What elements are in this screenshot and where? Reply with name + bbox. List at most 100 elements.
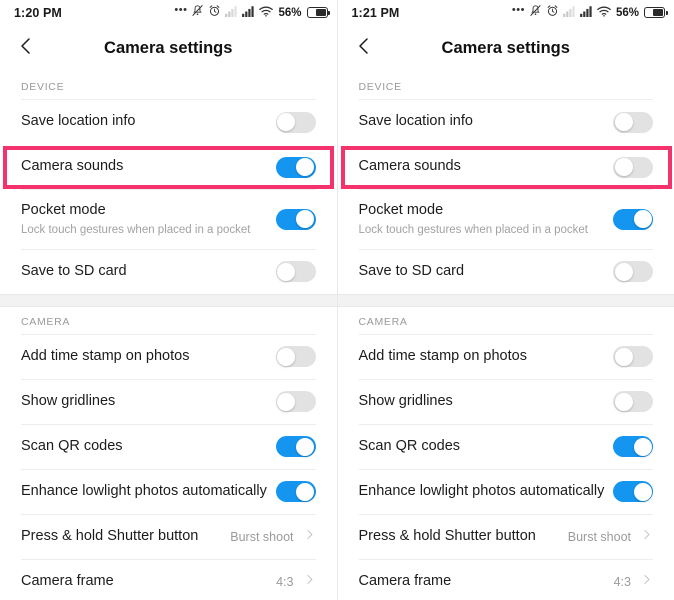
toggle-switch[interactable] — [275, 436, 316, 457]
row-control — [275, 111, 316, 133]
toggle-switch[interactable] — [275, 208, 316, 230]
row-control — [613, 481, 653, 502]
row-text: Camera frame — [359, 561, 452, 600]
settings-row[interactable]: Press & hold Shutter button Burst shoot — [21, 513, 316, 559]
title-bar: Camera settings — [337, 25, 674, 72]
back-button[interactable] — [338, 25, 390, 72]
settings-row[interactable]: Show gridlines — [358, 378, 653, 424]
settings-row[interactable]: Add time stamp on photos — [21, 333, 316, 379]
toggle-switch[interactable] — [275, 156, 316, 178]
row-label: Camera frame — [21, 572, 114, 589]
settings-row[interactable]: Show gridlines — [21, 378, 316, 424]
settings-row[interactable]: Pocket mode Lock touch gestures when plac… — [21, 189, 316, 249]
settings-row[interactable]: Pocket mode Lock touch gestures when plac… — [358, 189, 653, 249]
alarm-icon — [546, 4, 559, 22]
row-text: Camera sounds — [21, 146, 123, 188]
settings-row[interactable]: Scan QR codes — [21, 423, 316, 469]
row-text: Add time stamp on photos — [21, 336, 189, 378]
toggle-switch[interactable] — [613, 261, 653, 282]
toggle-switch[interactable] — [613, 111, 653, 133]
vibrate-off-icon — [191, 4, 204, 22]
row-label: Enhance lowlight photos automatically — [21, 482, 267, 499]
toggle-switch[interactable] — [613, 436, 653, 457]
toggle-switch[interactable] — [613, 391, 653, 412]
toggle-switch[interactable] — [275, 111, 316, 133]
toggle-switch[interactable] — [613, 208, 653, 230]
row-control: Burst shoot — [568, 528, 653, 546]
toggle-switch[interactable] — [275, 346, 316, 367]
section-header-device: DEVICE — [21, 81, 65, 93]
battery-percent: 56% — [615, 6, 639, 19]
settings-row[interactable]: Camera sounds — [359, 144, 653, 189]
title-bar: Camera settings — [0, 25, 337, 72]
settings-row[interactable]: Save location info — [21, 99, 316, 144]
row-value: 4:3 — [276, 574, 294, 589]
toggle-switch[interactable] — [275, 261, 316, 282]
settings-row[interactable]: Enhance lowlight photos automatically — [21, 468, 316, 514]
row-control — [275, 208, 316, 230]
row-text: Enhance lowlight photos automatically — [359, 471, 605, 513]
row-control — [275, 346, 316, 367]
phone-screen-before: 1:20 PM ••• 56% Camera settings DEVICE Save l… — [0, 0, 337, 600]
settings-row[interactable]: Save to SD card — [21, 248, 316, 294]
status-time: 1:21 PM — [351, 5, 400, 20]
back-chevron-icon — [16, 36, 36, 61]
row-control — [613, 208, 653, 230]
wifi-icon — [597, 4, 611, 22]
row-control: 4:3 — [276, 573, 315, 591]
settings-row[interactable]: Press & hold Shutter button Burst shoot — [358, 513, 653, 559]
row-label: Add time stamp on photos — [358, 347, 527, 364]
row-control: 4:3 — [614, 573, 653, 591]
back-button[interactable] — [0, 25, 52, 72]
settings-row[interactable]: Add time stamp on photos — [358, 333, 653, 379]
chevron-right-icon — [303, 528, 316, 546]
row-text: Enhance lowlight photos automatically — [21, 471, 267, 513]
chevron-right-icon — [640, 573, 653, 591]
chevron-right-icon — [303, 573, 316, 591]
settings-list-camera: Add time stamp on photos Show gridlines Sc… — [338, 333, 674, 600]
row-text: Save location info — [21, 101, 135, 143]
row-control — [275, 391, 316, 412]
row-label: Save to SD card — [21, 262, 127, 279]
toggle-switch[interactable] — [613, 481, 653, 502]
row-control — [613, 436, 653, 457]
settings-row[interactable]: Scan QR codes — [358, 423, 653, 469]
toggle-switch[interactable] — [613, 346, 653, 367]
section-divider — [0, 293, 337, 307]
row-text: Pocket mode Lock touch gestures when plac… — [359, 190, 589, 249]
row-control — [275, 481, 316, 502]
row-label: Enhance lowlight photos automatically — [358, 482, 605, 499]
settings-row[interactable]: Camera frame 4:3 — [358, 558, 653, 600]
toggle-switch[interactable] — [613, 156, 653, 178]
row-text: Save to SD card — [359, 251, 465, 293]
settings-row[interactable]: Camera sounds — [21, 144, 316, 189]
status-time: 1:20 PM — [14, 5, 62, 20]
toggle-switch[interactable] — [275, 391, 316, 412]
row-control — [613, 346, 653, 367]
alarm-icon — [208, 4, 221, 22]
vibrate-off-icon — [529, 4, 542, 22]
signal-icon — [580, 4, 593, 22]
row-label: Scan QR codes — [21, 437, 123, 454]
row-label: Save location info — [21, 113, 136, 130]
row-control — [275, 436, 316, 457]
settings-row[interactable]: Enhance lowlight photos automatically — [358, 468, 653, 514]
row-label: Camera frame — [358, 572, 452, 589]
toggle-switch[interactable] — [275, 481, 316, 502]
settings-row[interactable]: Save location info — [358, 99, 653, 144]
row-label: Save to SD card — [358, 262, 465, 279]
settings-row[interactable]: Save to SD card — [358, 248, 653, 294]
row-control — [613, 261, 653, 282]
row-value: Burst shoot — [567, 529, 631, 544]
row-text: Press & hold Shutter button — [359, 516, 536, 558]
row-text: Add time stamp on photos — [359, 336, 527, 378]
more-dots-icon: ••• — [174, 4, 188, 16]
section-divider — [337, 293, 674, 307]
row-text: Pocket mode Lock touch gestures when plac… — [21, 190, 251, 249]
row-label: Show gridlines — [358, 392, 453, 409]
row-text: Save to SD card — [21, 251, 127, 293]
comparison-screenshot: 1:20 PM ••• 56% Camera settings DEVICE Save l… — [0, 0, 674, 600]
signal-weak-icon — [563, 4, 576, 22]
row-label: Press & hold Shutter button — [21, 527, 199, 544]
settings-row[interactable]: Camera frame 4:3 — [21, 558, 316, 600]
